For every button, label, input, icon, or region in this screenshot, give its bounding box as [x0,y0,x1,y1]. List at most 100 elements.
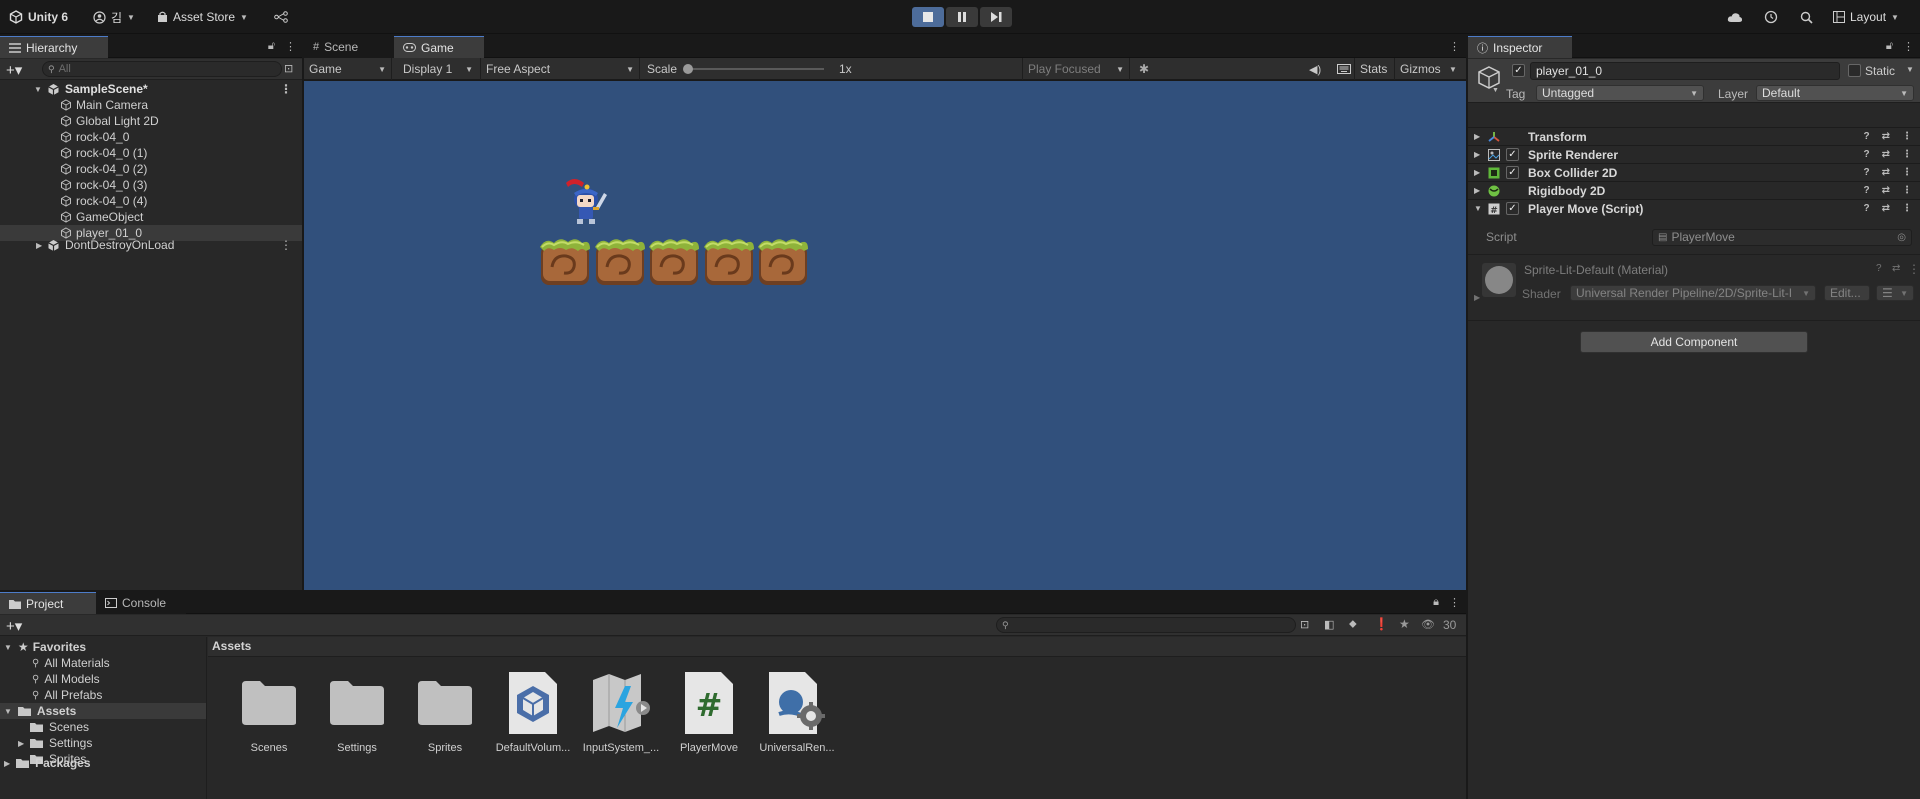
component-enabled-checkbox[interactable]: ✓ [1506,166,1519,179]
pause-button[interactable] [946,7,978,27]
fold-closed-icon[interactable]: ▶ [4,759,10,768]
preset-icon[interactable]: ⇄ [1882,185,1890,196]
more-icon[interactable]: ⋮ [1902,167,1912,178]
tab-console[interactable]: Console [96,592,186,614]
layer-dropdown[interactable]: Default ▼ [1756,85,1914,101]
component-header[interactable]: ▶ ✓ Sprite Renderer? ⇄ ⋮ [1468,145,1920,163]
fold-closed-icon[interactable]: ▶ [18,739,24,748]
component-header[interactable]: ▶ Transform? ⇄ ⋮ [1468,127,1920,145]
help-icon[interactable]: ? [1864,131,1870,142]
hierarchy-item[interactable]: GameObject [0,209,302,225]
hierarchy-search-input[interactable]: ⚲ All [42,61,282,77]
static-checkbox[interactable] [1848,64,1861,77]
fold-open-icon[interactable]: ▼ [4,707,12,716]
asset-item[interactable]: # PlayerMove [668,670,750,754]
active-checkbox[interactable]: ✓ [1512,64,1525,77]
add-component-button[interactable]: Add Component [1580,331,1808,353]
help-icon[interactable]: ? [1864,185,1870,196]
favorite-star-icon[interactable]: ★ [1399,617,1410,631]
packages-row[interactable]: ▶ Packages [0,755,206,771]
tab-scene[interactable]: # Scene [304,36,394,58]
fold-open-icon[interactable]: ▼ [1474,204,1482,213]
preset-icon[interactable]: ⇄ [1882,203,1890,214]
hierarchy-item[interactable]: rock-04_0 (2) [0,161,302,177]
search-button[interactable] [1800,7,1813,27]
component-enabled-checkbox[interactable]: ✓ [1506,202,1519,215]
label-filter-icon[interactable]: ⬥ [1349,618,1357,631]
fold-closed-icon[interactable]: ▶ [1474,293,1480,302]
history-button[interactable] [1764,7,1778,27]
stop-button[interactable] [912,7,944,27]
more-icon[interactable]: ⋮ [1908,262,1920,276]
more-icon[interactable]: ⋮ [1902,131,1912,142]
game-viewport[interactable] [304,81,1466,590]
hierarchy-item[interactable]: rock-04_0 (4) [0,193,302,209]
preset-icon[interactable]: ⇄ [1882,131,1890,142]
preset-icon[interactable]: ⇄ [1892,263,1900,274]
assets-row[interactable]: ▼ Assets [0,703,206,719]
play-focused-dropdown[interactable]: Play Focused ▼ [1022,58,1130,80]
more-icon[interactable]: ⋮ [1449,40,1460,53]
preset-icon[interactable]: ⇄ [1882,167,1890,178]
lock-icon[interactable]: 🔓︎ [268,40,275,53]
step-button[interactable] [980,7,1012,27]
dont-destroy-row[interactable]: ▶ DontDestroyOnLoad ⋮ [0,237,302,253]
warning-filter-icon[interactable]: ❗ [1374,617,1389,631]
favorites-row[interactable]: ▼ ★ Favorites [0,639,206,655]
fold-open-icon[interactable]: ▼ [34,85,42,94]
shader-options-button[interactable]: ☰ ▼ [1876,285,1914,301]
favorite-item[interactable]: ⚲ All Materials [0,655,206,671]
component-header[interactable]: ▶ ✓ Box Collider 2D? ⇄ ⋮ [1468,163,1920,181]
gizmos-dropdown[interactable]: ▼ [1444,58,1462,80]
fold-closed-icon[interactable]: ▶ [1474,186,1480,195]
help-icon[interactable]: ? [1876,263,1882,274]
fold-closed-icon[interactable]: ▶ [1474,150,1480,159]
layout-dropdown[interactable]: Layout ▼ [1833,7,1899,27]
tab-game[interactable]: Game [394,36,484,58]
favorite-item[interactable]: ⚲ All Models [0,671,206,687]
fold-open-icon[interactable]: ▼ [4,643,12,652]
view-dropdown[interactable]: Game ▼ [304,58,392,80]
asset-item[interactable]: UniversalRen... [756,670,838,754]
tab-inspector[interactable]: ⓘ Inspector [1468,36,1572,58]
component-header[interactable]: ▶ Rigidbody 2D? ⇄ ⋮ [1468,181,1920,199]
bug-button[interactable]: ✱ [1134,58,1154,80]
scale-slider[interactable] [684,68,824,70]
scene-row[interactable]: ▼ SampleScene* ⋮ [0,81,302,97]
asset-item[interactable]: DefaultVolum... [492,670,574,754]
asset-item[interactable]: Scenes [228,670,310,754]
lock-icon[interactable]: 🔒︎ [1433,596,1439,609]
more-icon[interactable]: ⋮ [280,82,292,96]
type-filter-icon[interactable]: ◧ [1324,618,1334,631]
hierarchy-item[interactable]: rock-04_0 [0,129,302,145]
asset-item[interactable]: Sprites [404,670,486,754]
chevron-down-icon[interactable]: ▼ [1492,87,1499,94]
shader-dropdown[interactable]: Universal Render Pipeline/2D/Sprite-Lit-… [1570,285,1816,301]
cloud-button[interactable] [1727,7,1743,27]
edit-shader-button[interactable]: Edit... [1824,285,1870,301]
hierarchy-item[interactable]: rock-04_0 (3) [0,177,302,193]
asset-store-dropdown[interactable]: Asset Store ▼ [157,7,248,27]
fold-closed-icon[interactable]: ▶ [1474,168,1480,177]
help-icon[interactable]: ? [1864,203,1870,214]
project-search-input[interactable]: ⚲ [996,617,1296,633]
tab-project[interactable]: Project [0,592,96,614]
fold-closed-icon[interactable]: ▶ [1474,132,1480,141]
more-icon[interactable]: ⋮ [1902,149,1912,160]
stats-button[interactable]: Stats [1354,58,1392,80]
add-icon[interactable]: +▾ [6,617,22,635]
hierarchy-item[interactable]: rock-04_0 (1) [0,145,302,161]
aspect-dropdown[interactable]: Free Aspect ▼ [480,58,640,80]
search-mode-icon[interactable]: ⊡ [284,62,293,75]
help-icon[interactable]: ? [1864,167,1870,178]
hierarchy-item[interactable]: Main Camera [0,97,302,113]
component-enabled-checkbox[interactable]: ✓ [1506,148,1519,161]
keyboard-button[interactable] [1332,58,1356,80]
more-icon[interactable]: ⋮ [1902,185,1912,196]
asset-folder-item[interactable]: Scenes [0,719,206,735]
help-icon[interactable]: ? [1864,149,1870,160]
search-filter-icon[interactable]: ⊡ [1300,618,1309,631]
fold-closed-icon[interactable]: ▶ [36,241,42,250]
preset-icon[interactable]: ⇄ [1882,149,1890,160]
asset-item[interactable]: InputSystem_... [580,670,662,754]
